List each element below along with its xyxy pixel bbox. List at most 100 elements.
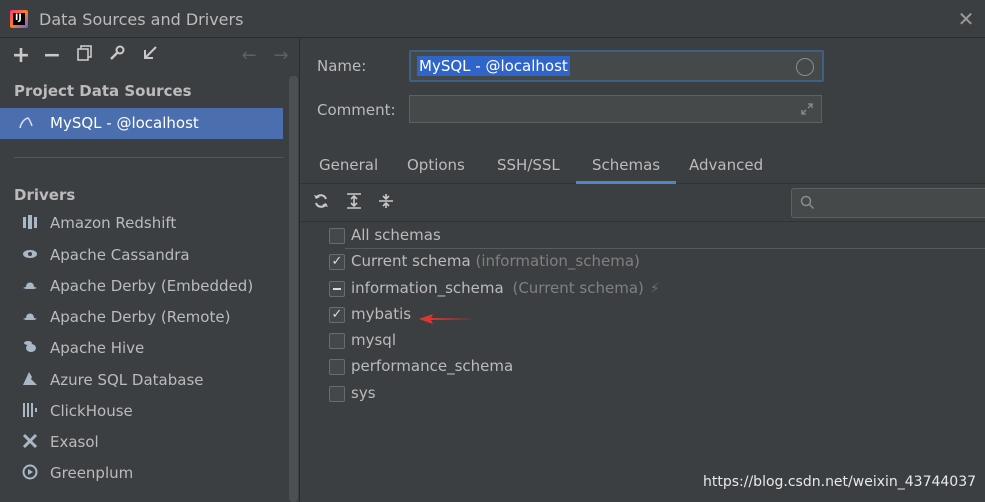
tab-label: Advanced — [689, 156, 764, 174]
project-data-sources-heading: Project Data Sources — [14, 82, 192, 100]
main-panel: Name: MySQL - @localhost Comment: Genera… — [301, 38, 985, 502]
window-title: Data Sources and Drivers — [39, 10, 244, 29]
comment-field[interactable] — [409, 95, 822, 123]
greenplum-icon — [20, 464, 40, 484]
driver-label: Apache Derby (Remote) — [50, 308, 231, 326]
sidebar-divider — [14, 157, 284, 158]
tab-ssh-ssl[interactable]: SSH/SSL — [481, 153, 576, 184]
tab-bar: General Options SSH/SSL Schemas Advanced — [301, 150, 985, 184]
driver-label: ClickHouse — [50, 402, 133, 420]
clickhouse-icon — [20, 402, 40, 422]
tab-advanced[interactable]: Advanced — [673, 153, 779, 184]
refresh-icon[interactable] — [311, 193, 331, 213]
schema-row-mybatis[interactable]: ✓ mybatis — [301, 302, 985, 328]
sidebar-scrollbar[interactable] — [289, 76, 298, 502]
sidebar-toolbar: + − ← → — [0, 38, 300, 74]
schema-row-sys[interactable]: sys — [301, 381, 985, 407]
copy-icon[interactable] — [74, 45, 96, 67]
redshift-icon — [20, 214, 40, 234]
schema-label: Current schema (information_schema) — [351, 252, 640, 270]
information-schema-checkbox[interactable] — [329, 281, 345, 297]
derby-hat-icon — [20, 277, 40, 297]
hive-bee-icon — [20, 339, 40, 359]
driver-apache-derby-embedded[interactable]: Apache Derby (Embedded) — [0, 272, 290, 303]
driver-label: Greenplum — [50, 464, 134, 482]
expand-all-icon[interactable] — [344, 193, 364, 213]
driver-label: Apache Hive — [50, 339, 145, 357]
name-field[interactable]: MySQL - @localhost — [409, 50, 824, 82]
driver-clickhouse[interactable]: ClickHouse — [0, 397, 290, 428]
tab-label: Schemas — [592, 156, 661, 174]
schema-row-mysql[interactable]: mysql — [301, 328, 985, 354]
tab-options[interactable]: Options — [391, 153, 481, 184]
driver-label: Apache Derby (Embedded) — [50, 277, 254, 295]
schema-toolbar — [301, 184, 985, 222]
collapse-all-icon[interactable] — [376, 193, 396, 213]
add-icon[interactable]: + — [10, 45, 32, 67]
back-arrow-icon[interactable]: ← — [238, 45, 260, 67]
comment-label: Comment: — [317, 101, 396, 119]
driver-apache-cassandra[interactable]: Apache Cassandra — [0, 241, 290, 272]
expand-icon[interactable] — [799, 102, 815, 118]
driver-label: Exasol — [50, 433, 99, 451]
cassandra-icon — [20, 246, 40, 266]
derby-hat-icon — [20, 308, 40, 328]
wrench-icon[interactable] — [106, 45, 128, 67]
schema-row-current[interactable]: ✓ Current schema (information_schema) — [301, 249, 985, 275]
schema-row-performance-schema[interactable]: performance_schema — [301, 354, 985, 380]
schema-name: mysql — [351, 331, 396, 349]
all-schemas-checkbox[interactable] — [329, 228, 345, 244]
driver-label: Amazon Redshift — [50, 214, 177, 232]
schema-name: sys — [351, 384, 376, 402]
schema-label: information_schema (Current schema) ⚡ — [351, 279, 660, 297]
current-schema-checkbox[interactable]: ✓ — [329, 254, 345, 270]
forward-arrow-icon[interactable]: → — [270, 45, 292, 67]
mybatis-checkbox[interactable]: ✓ — [329, 307, 345, 323]
schema-hint: (Current schema) — [512, 279, 644, 297]
azure-icon — [20, 371, 40, 391]
name-label: Name: — [317, 57, 367, 75]
driver-exasol[interactable]: Exasol — [0, 428, 290, 459]
schema-row-information-schema[interactable]: information_schema (Current schema) ⚡ — [301, 276, 985, 302]
intellij-logo-icon: IJ — [10, 10, 28, 28]
schema-hint: (information_schema) — [475, 252, 640, 270]
tab-schemas[interactable]: Schemas — [576, 153, 677, 184]
schema-row-all[interactable]: All schemas — [301, 223, 985, 249]
driver-apache-derby-remote[interactable]: Apache Derby (Remote) — [0, 303, 290, 334]
sys-checkbox[interactable] — [329, 386, 345, 402]
remove-icon[interactable]: − — [41, 45, 63, 67]
color-circle-icon[interactable] — [796, 58, 814, 76]
schema-name: information_schema — [351, 279, 504, 297]
driver-azure-sql-database[interactable]: Azure SQL Database — [0, 366, 290, 397]
tab-general[interactable]: General — [303, 153, 394, 184]
driver-label: Azure SQL Database — [50, 371, 204, 389]
exasol-icon — [20, 433, 40, 453]
sidebar: + − ← → Project Data Sources MySQL - @lo… — [0, 38, 300, 502]
all-schemas-label: All schemas — [351, 226, 441, 244]
data-source-label: MySQL - @localhost — [50, 114, 199, 132]
tab-label: SSH/SSL — [497, 156, 560, 174]
close-button[interactable]: ✕ — [955, 8, 977, 30]
mysql-checkbox[interactable] — [329, 333, 345, 349]
tab-label: General — [319, 156, 379, 174]
import-icon[interactable] — [139, 45, 161, 67]
introspect-bolt-icon: ⚡ — [649, 281, 660, 297]
performance-schema-checkbox[interactable] — [329, 359, 345, 375]
red-annotation-arrow — [419, 314, 475, 324]
title-bar: IJ Data Sources and Drivers ✕ — [0, 0, 985, 38]
driver-greenplum[interactable]: Greenplum — [0, 459, 290, 490]
schema-name: mybatis — [351, 305, 412, 323]
schema-name: Current schema — [351, 252, 471, 270]
schema-name: performance_schema — [351, 357, 514, 375]
driver-amazon-redshift[interactable]: Amazon Redshift — [0, 209, 290, 240]
watermark: https://blog.csdn.net/weixin_43744037 — [703, 474, 977, 490]
schema-search-input[interactable] — [791, 188, 985, 218]
mysql-dolphin-icon — [18, 115, 34, 131]
search-icon — [800, 195, 815, 214]
data-source-mysql-localhost[interactable]: MySQL - @localhost — [0, 108, 283, 139]
tab-label: Options — [407, 156, 465, 174]
driver-apache-hive[interactable]: Apache Hive — [0, 334, 290, 365]
name-field-value: MySQL - @localhost — [417, 56, 570, 76]
driver-label: Apache Cassandra — [50, 246, 190, 264]
drivers-heading: Drivers — [14, 186, 76, 204]
